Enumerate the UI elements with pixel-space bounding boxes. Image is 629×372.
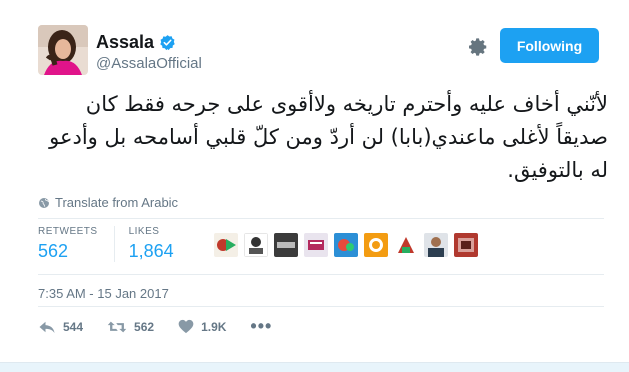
tweet-timestamp[interactable]: 7:35 AM - 15 Jan 2017 [38,286,169,301]
verified-badge-icon [159,34,176,51]
tweet-text-line: صديقاً لأغلى ماعندي(بابا) لن أردّ ومن كل… [49,125,608,149]
retweet-icon [107,321,127,332]
retweet-count: 562 [134,319,155,334]
reply-count: 544 [63,319,84,334]
author-handle[interactable]: @AssalaOfficial [96,55,202,72]
retweet-button[interactable]: 562 [107,319,154,335]
tweet-text: لأنّني أخاف عليه وأحترم تاريخه ولاأقوى ع… [28,88,608,187]
liker-avatar[interactable] [304,233,328,257]
reply-icon [39,321,55,333]
liker-avatar[interactable] [424,233,448,257]
stat-separator [113,226,115,262]
like-button[interactable]: 1.9K [178,319,226,334]
likes-value[interactable]: 1,864 [129,241,174,262]
heart-icon [178,319,194,334]
liker-avatar[interactable] [244,233,268,257]
tweet-text-line: له بالتوفيق. [507,158,608,182]
liker-avatar[interactable] [394,233,418,257]
tweet-actions: 544 562 1.9K ••• [38,316,296,337]
display-name[interactable]: Assala [96,32,154,53]
translate-link[interactable]: Translate from Arabic [38,195,178,210]
reply-button[interactable]: 544 [38,319,83,335]
liker-avatar[interactable] [364,233,388,257]
following-button[interactable]: Following [500,28,599,63]
retweets-label: RETWEETS [38,226,98,237]
divider [38,274,604,275]
tweet-text-line: لأنّني أخاف عليه وأحترم تاريخه ولاأقوى ع… [85,92,608,116]
likes-stat[interactable]: LIKES 1,864 [129,226,174,262]
liker-avatar[interactable] [454,233,478,257]
liker-avatars [214,233,484,257]
tweet-stats: RETWEETS 562 LIKES 1,864 [38,226,202,270]
more-icon: ••• [250,316,273,336]
retweets-value[interactable]: 562 [38,241,98,262]
gear-icon[interactable] [467,36,489,58]
author-name-row[interactable]: Assala [96,32,176,53]
avatar[interactable] [38,25,88,75]
divider [38,306,604,307]
translate-label[interactable]: Translate from Arabic [55,195,178,210]
more-button[interactable]: ••• [250,316,272,337]
bottom-band [0,362,629,372]
liker-avatar[interactable] [214,233,238,257]
divider [38,218,604,219]
liker-avatar[interactable] [274,233,298,257]
retweets-stat[interactable]: RETWEETS 562 [38,226,98,262]
tweet-card: Assala @AssalaOfficial Following لأنّني … [0,0,629,372]
liker-avatar[interactable] [334,233,358,257]
globe-icon [39,197,49,208]
like-count: 1.9K [201,319,227,334]
likes-label: LIKES [128,226,160,237]
